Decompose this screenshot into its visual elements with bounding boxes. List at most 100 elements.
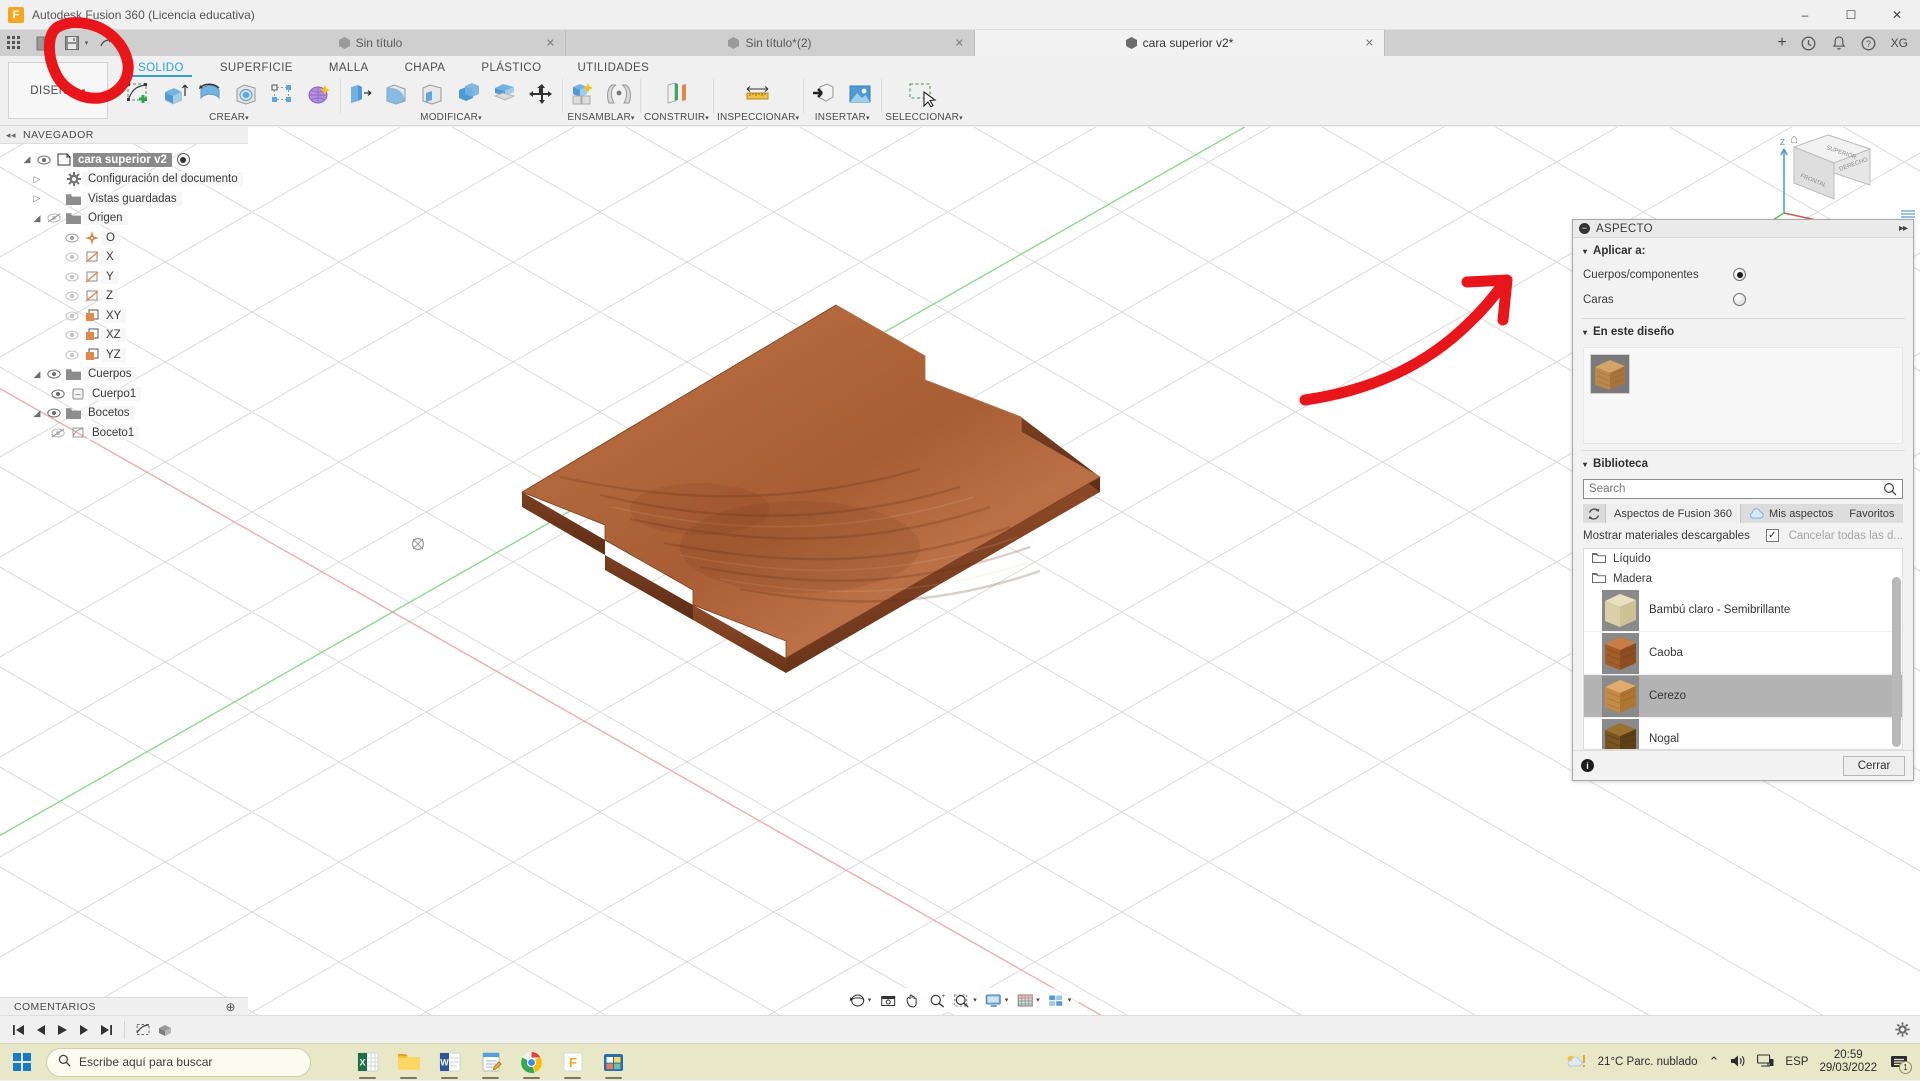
eye-off-icon[interactable] xyxy=(44,213,64,223)
help-icon[interactable]: ? xyxy=(1861,35,1877,51)
offset-face-icon[interactable] xyxy=(488,78,522,110)
taskbar-app-word[interactable]: W xyxy=(429,1044,470,1081)
taskbar-app-notepad[interactable] xyxy=(470,1044,511,1081)
show-hidden-icons-chevron[interactable]: ⌃ xyxy=(1709,1054,1720,1070)
eye-off-icon[interactable] xyxy=(48,428,68,438)
look-at-button[interactable] xyxy=(876,990,899,1010)
viewports-caret-icon[interactable]: ▾ xyxy=(1068,996,1072,1004)
timeline-feature-sketch[interactable] xyxy=(133,1020,153,1040)
tree-item-plane-xz[interactable]: XZ xyxy=(0,326,248,346)
material-folder-liquido[interactable]: Líquido xyxy=(1584,549,1902,569)
combine-icon[interactable] xyxy=(452,78,486,110)
appearance-dialog[interactable]: − ASPECTO ▸▸ ▾ Aplicar a: Cuerpos/compon… xyxy=(1572,219,1914,781)
home-view-icon[interactable]: ⌂ xyxy=(1790,131,1798,146)
collapse-navigator-icon[interactable]: ◂◂ xyxy=(6,130,16,141)
in-design-section-header[interactable]: ▾ En este diseño xyxy=(1573,319,1913,343)
new-component-icon[interactable] xyxy=(566,78,600,110)
timeline-step-forward-button[interactable] xyxy=(74,1020,94,1040)
share-icon[interactable] xyxy=(99,35,115,51)
network-icon[interactable] xyxy=(1757,1054,1774,1071)
save-icon[interactable] xyxy=(64,35,80,51)
document-tab-3[interactable]: cara superior v2* ✕ xyxy=(975,30,1385,56)
new-file-icon[interactable] xyxy=(34,35,50,51)
zoom-button[interactable]: + xyxy=(925,990,948,1010)
eye-icon[interactable] xyxy=(44,408,64,418)
twist-icon[interactable]: ◢ xyxy=(30,213,44,224)
notifications-icon[interactable] xyxy=(1831,35,1847,51)
timeline-settings-button[interactable] xyxy=(1895,1022,1910,1037)
ribbon-tab-utilidades[interactable]: UTILIDADES xyxy=(559,62,667,77)
tree-item-bocetos[interactable]: ◢ Bocetos xyxy=(0,404,248,424)
material-folder-madera[interactable]: Madera xyxy=(1584,569,1902,589)
offset-plane-icon[interactable] xyxy=(659,78,693,110)
ribbon-tab-chapa[interactable]: CHAPA xyxy=(387,62,464,77)
library-search-input[interactable] xyxy=(1583,479,1903,499)
orbit-caret-icon[interactable]: ▾ xyxy=(868,996,872,1004)
timeline-go-start-button[interactable] xyxy=(8,1020,28,1040)
create-sketch-icon[interactable] xyxy=(122,78,156,110)
document-tab-1[interactable]: Sin título ✕ xyxy=(176,30,566,56)
close-window-button[interactable]: ✕ xyxy=(1874,0,1920,30)
job-status-icon[interactable] xyxy=(1801,35,1817,51)
twist-icon[interactable]: ◢ xyxy=(30,408,44,419)
tree-item-cuerpo1[interactable]: Cuerpo1 xyxy=(0,384,248,404)
add-comment-ic on[interactable]: ⊕ xyxy=(226,1000,236,1014)
tree-item-axis-x[interactable]: X xyxy=(0,248,248,268)
eye-icon[interactable] xyxy=(62,330,82,340)
in-design-swatch-grid[interactable] xyxy=(1583,347,1903,444)
apply-to-bodies-row[interactable]: Cuerpos/componentes xyxy=(1573,262,1913,287)
eye-icon[interactable] xyxy=(62,350,82,360)
library-tab-favoritos[interactable]: Favoritos xyxy=(1841,504,1902,523)
tree-item-origin-point[interactable]: O xyxy=(0,228,248,248)
user-avatar[interactable]: XG xyxy=(1891,36,1908,50)
collapse-dialog-icon[interactable]: − xyxy=(1579,223,1590,234)
fit-button[interactable]: ▾ xyxy=(950,990,980,1010)
revolve-icon[interactable] xyxy=(194,78,228,110)
measure-icon[interactable] xyxy=(741,78,775,110)
timeline-feature-extrude[interactable] xyxy=(155,1020,175,1040)
grid-caret-icon[interactable]: ▾ xyxy=(1036,996,1040,1004)
share-dropdown-caret[interactable]: ▾ xyxy=(117,35,126,51)
appearance-dialog-titlebar[interactable]: − ASPECTO ▸▸ xyxy=(1573,220,1913,238)
close-dialog-button[interactable]: Cerrar xyxy=(1843,756,1905,776)
eye-icon[interactable] xyxy=(62,291,82,301)
form-icon[interactable] xyxy=(302,78,336,110)
minimize-button[interactable]: – xyxy=(1782,0,1828,30)
tree-item-cara-superior-v2[interactable]: ◢ cara superior v2 xyxy=(0,150,248,170)
grid-snaps-button[interactable]: ▾ xyxy=(1013,990,1043,1010)
appearance-swatch[interactable] xyxy=(1590,354,1630,394)
apply-to-faces-radio[interactable] xyxy=(1733,293,1746,306)
workspace-selector[interactable]: DISEÑO ▾ xyxy=(8,62,108,119)
material-item-bambu[interactable]: Bambú claro - Semibrillante xyxy=(1584,589,1902,632)
windows-start-icon[interactable] xyxy=(0,1044,44,1081)
eye-icon[interactable] xyxy=(62,311,82,321)
ribbon-tab-superficie[interactable]: SUPERFICIE xyxy=(202,62,311,77)
library-tab-mis-aspectos[interactable]: Mis aspectos xyxy=(1741,504,1841,523)
cancel-downloads-link[interactable]: Cancelar todas las d... xyxy=(1789,530,1903,542)
language-indicator[interactable]: ESP xyxy=(1785,1056,1808,1068)
selection-window-icon[interactable] xyxy=(907,78,941,110)
press-pull-icon[interactable] xyxy=(344,78,378,110)
orbit-button[interactable]: ▾ xyxy=(846,990,875,1010)
apply-to-bodies-radio[interactable] xyxy=(1733,268,1746,281)
eye-icon[interactable] xyxy=(44,369,64,379)
save-dropdown-caret[interactable]: ▾ xyxy=(82,35,91,51)
twist-icon[interactable]: ◢ xyxy=(20,154,34,165)
taskbar-search-box[interactable]: Escribe aquí para buscar xyxy=(46,1048,311,1077)
insert-canvas-icon[interactable] xyxy=(843,78,877,110)
expand-dialog-icon[interactable]: ▸▸ xyxy=(1899,223,1907,234)
fit-caret-icon[interactable]: ▾ xyxy=(973,996,977,1004)
taskbar-app-excel[interactable]: X xyxy=(347,1044,388,1081)
viewports-button[interactable]: ▾ xyxy=(1045,990,1075,1010)
document-tab-close-icon[interactable]: ✕ xyxy=(546,37,555,50)
insert-derive-icon[interactable] xyxy=(807,78,841,110)
info-icon[interactable]: i xyxy=(1581,759,1594,772)
display-caret-icon[interactable]: ▾ xyxy=(1005,996,1009,1004)
timeline-play-button[interactable] xyxy=(52,1020,72,1040)
material-item-caoba[interactable]: Caoba xyxy=(1584,632,1902,675)
hole-icon[interactable] xyxy=(230,78,264,110)
material-list-scrollbar[interactable] xyxy=(1892,577,1901,747)
apply-to-section-header[interactable]: ▾ Aplicar a: xyxy=(1573,238,1913,262)
taskbar-app-store[interactable] xyxy=(593,1044,634,1081)
library-tab-fusion360[interactable]: Aspectos de Fusion 360 xyxy=(1605,504,1741,523)
